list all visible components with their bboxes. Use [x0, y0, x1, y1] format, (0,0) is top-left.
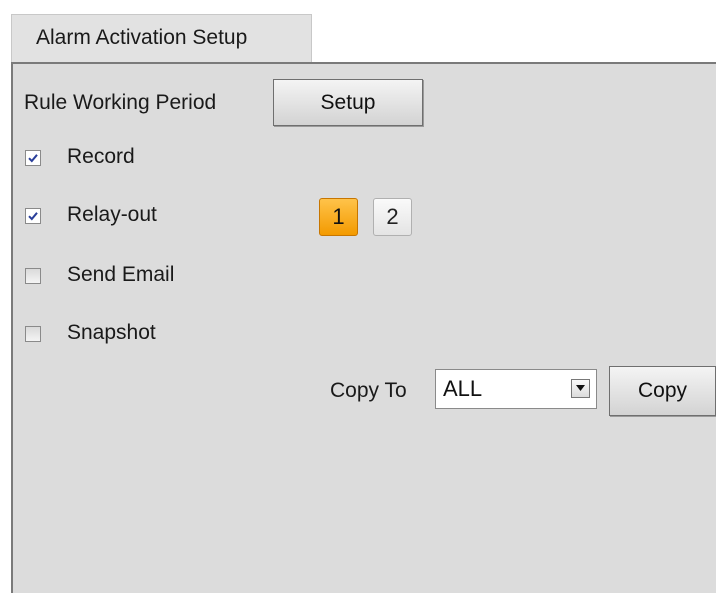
- copy-to-selected-value: ALL: [443, 376, 483, 401]
- tab-alarm-activation-setup[interactable]: Alarm Activation Setup: [11, 14, 312, 62]
- record-label: Record: [67, 145, 135, 168]
- snapshot-label: Snapshot: [67, 321, 156, 344]
- relay-out-checkbox[interactable]: [25, 208, 41, 224]
- relay-2-button[interactable]: 2: [373, 198, 412, 236]
- dropdown-arrow-button[interactable]: [571, 379, 590, 398]
- chevron-down-icon: [576, 385, 585, 391]
- relay-out-label: Relay-out: [67, 203, 157, 226]
- copy-to-label: Copy To: [330, 379, 407, 402]
- copy-button-label: Copy: [637, 379, 688, 402]
- alarm-activation-setup-window: Alarm Activation Setup Rule Working Peri…: [0, 0, 716, 593]
- record-checkbox[interactable]: [25, 150, 41, 166]
- rule-working-period-label: Rule Working Period: [24, 91, 217, 114]
- setup-button-label: Setup: [320, 91, 376, 114]
- relay-1-label: 1: [332, 204, 345, 229]
- setup-button[interactable]: Setup: [273, 79, 423, 126]
- relay-2-label: 2: [386, 204, 399, 229]
- checkmark-icon: [28, 212, 38, 221]
- snapshot-checkbox[interactable]: [25, 326, 41, 342]
- copy-button[interactable]: Copy: [609, 366, 716, 416]
- tab-title: Alarm Activation Setup: [36, 26, 248, 49]
- relay-1-button[interactable]: 1: [319, 198, 358, 236]
- send-email-checkbox[interactable]: [25, 268, 41, 284]
- copy-to-select[interactable]: ALL: [435, 369, 597, 409]
- checkmark-icon: [28, 154, 38, 163]
- send-email-label: Send Email: [67, 263, 175, 286]
